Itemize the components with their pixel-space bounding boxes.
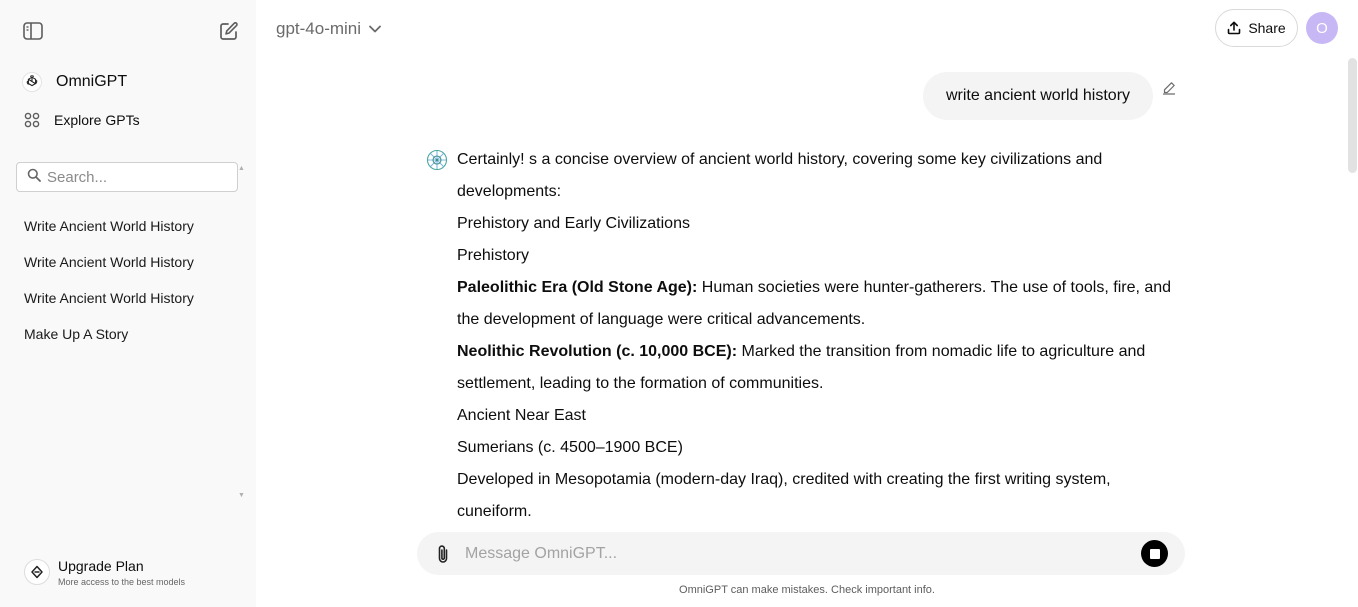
upgrade-subtitle: More access to the best models (58, 576, 186, 587)
message-composer (417, 532, 1185, 575)
answer-paragraph: Neolithic Revolution (c. 10,000 BCE): Ma… (457, 336, 1187, 400)
share-icon (1228, 21, 1241, 35)
sidebar: OmniGPT Explore GPTs ▲ Write Ancient Wor… (0, 0, 256, 607)
sidebar-item-omnigpt[interactable]: OmniGPT (16, 66, 240, 98)
history-item[interactable]: Write Ancient World History (16, 280, 238, 316)
model-name: gpt-4o-mini (276, 19, 362, 38)
history-item[interactable]: Make Up A Story (16, 316, 238, 352)
answer-paragraph: Developed in Mesopotamia (modern-day Ira… (457, 471, 1111, 520)
disclaimer-text: OmniGPT can make mistakes. Check importa… (679, 584, 935, 596)
message-input[interactable] (465, 540, 1125, 568)
search-input[interactable] (47, 168, 217, 186)
sidebar-toggle-icon[interactable] (15, 13, 51, 49)
assistant-message: Certainly! s a concise overview of ancie… (457, 144, 1187, 528)
answer-bold-term: Paleolithic Era (Old Stone Age): (457, 279, 698, 296)
paperclip-icon[interactable] (433, 543, 453, 565)
share-label: Share (1248, 20, 1286, 36)
app-window: OmniGPT Explore GPTs ▲ Write Ancient Wor… (0, 0, 1358, 607)
answer-heading: Ancient Near East (457, 407, 586, 424)
chat-history-list: Write Ancient World History Write Ancien… (16, 208, 238, 352)
stop-generating-button[interactable] (1141, 540, 1168, 567)
sidebar-item-explore-gpts[interactable]: Explore GPTs (16, 104, 240, 136)
sidebar-item-label: OmniGPT (56, 73, 128, 90)
history-item[interactable]: Write Ancient World History (16, 244, 238, 280)
upgrade-plan-button[interactable]: Upgrade Plan More access to the best mod… (16, 550, 240, 594)
scroll-up-arrow-icon[interactable]: ▲ (238, 165, 245, 172)
model-selector[interactable]: gpt-4o-mini (268, 12, 389, 46)
share-button[interactable]: Share (1215, 9, 1298, 47)
answer-intro: Certainly! s a concise overview of ancie… (457, 151, 1103, 200)
grid-icon (16, 112, 48, 128)
answer-heading: Prehistory and Early Civilizations (457, 215, 690, 232)
new-chat-icon[interactable] (211, 13, 247, 49)
user-message-bubble: write ancient world history (923, 72, 1153, 120)
search-icon (27, 168, 41, 187)
answer-heading: Sumerians (c. 4500–1900 BCE) (457, 439, 683, 456)
openai-logo-icon (16, 72, 48, 92)
upgrade-title: Upgrade Plan (58, 557, 144, 574)
avatar[interactable]: O (1306, 12, 1338, 44)
upgrade-icon (24, 559, 50, 585)
main-scrollbar[interactable] (1348, 58, 1357, 173)
stop-icon (1149, 548, 1160, 559)
user-message-text: write ancient world history (945, 87, 1131, 104)
history-item[interactable]: Write Ancient World History (16, 208, 238, 244)
assistant-avatar-icon (426, 149, 448, 171)
answer-paragraph: Paleolithic Era (Old Stone Age): Human s… (457, 272, 1187, 336)
search-box[interactable] (16, 162, 238, 192)
chevron-down-icon (369, 25, 381, 33)
sidebar-item-label: Explore GPTs (54, 112, 140, 128)
answer-heading: Prehistory (457, 247, 530, 264)
answer-bold-term: Neolithic Revolution (c. 10,000 BCE): (457, 343, 738, 360)
scroll-down-arrow-icon[interactable]: ▼ (238, 492, 245, 499)
edit-message-icon[interactable] (1160, 79, 1178, 97)
